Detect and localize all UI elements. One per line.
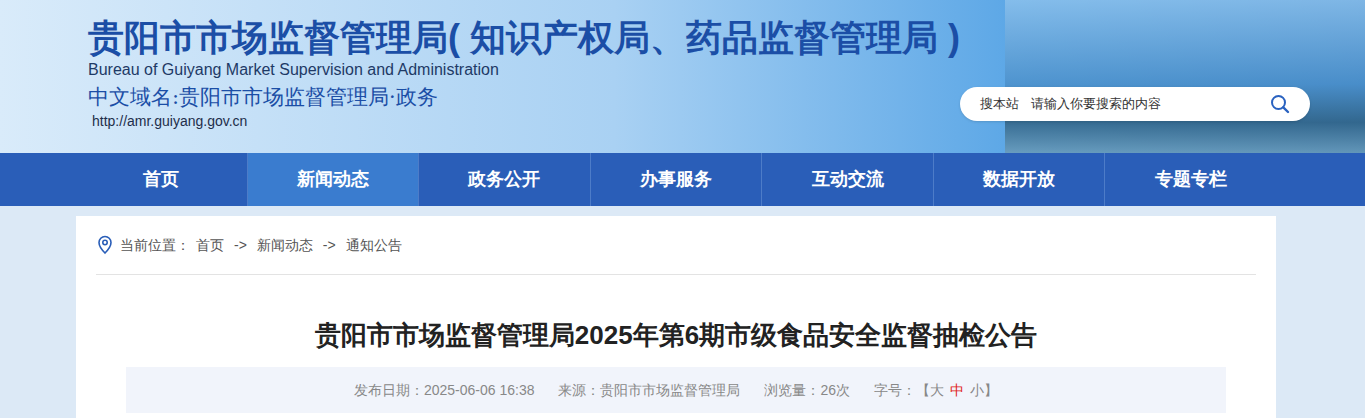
nav-bar: 首页新闻动态政务公开办事服务互动交流数据开放专题专栏 [0, 153, 1365, 206]
font-size-option[interactable]: 小 [970, 382, 984, 398]
content-card: 当前位置： 首页 -> 新闻动态 -> 通知公告贵阳市市场监督管理局2025年第6期市级食… [76, 216, 1276, 418]
search-icon[interactable] [1270, 94, 1290, 114]
search-area: 搜本站请输入你要搜索的内容 [960, 0, 1365, 153]
views: 浏览量：26次 [764, 380, 850, 401]
nav-item[interactable]: 专题专栏 [1104, 153, 1276, 206]
location-icon [96, 235, 114, 255]
font-size: 字号：【大中小】 [874, 380, 998, 401]
nav-item[interactable]: 互动交流 [761, 153, 933, 206]
search-box[interactable]: 搜本站请输入你要搜索的内容 [960, 87, 1310, 121]
nav-item[interactable]: 办事服务 [590, 153, 762, 206]
header: 贵阳市市场监督管理局( 知识产权局、药品监督管理局 )Bureau of Gui… [0, 0, 1365, 153]
publish-date: 发布日期：2025-06-06 16:38 [354, 380, 535, 401]
article-title: 贵阳市市场监督管理局2025年第6期市级食品安全监督抽检公告 [96, 317, 1256, 353]
nav-list: 首页新闻动态政务公开办事服务互动交流数据开放专题专栏 [76, 153, 1276, 206]
site-subtitle: Bureau of Guiyang Market Supervision and… [88, 60, 960, 80]
site-domain: 中文域名:贵阳市市场监督管理局·政务 [88, 82, 960, 112]
font-size-option[interactable]: 中 [950, 382, 964, 398]
font-size-option[interactable]: 大 [930, 382, 944, 398]
page: 贵阳市市场监督管理局( 知识产权局、药品监督管理局 )Bureau of Gui… [0, 0, 1365, 418]
header-text: 贵阳市市场监督管理局( 知识产权局、药品监督管理局 )Bureau of Gui… [0, 0, 960, 153]
breadcrumb-separator: -> [319, 235, 340, 256]
search-scope[interactable]: 搜本站 [980, 94, 1019, 114]
nav-item[interactable]: 首页 [76, 153, 247, 206]
breadcrumb-label: 当前位置： [120, 235, 190, 256]
search-input[interactable]: 请输入你要搜索的内容 [1031, 94, 1258, 114]
site-url: http://amr.guiyang.gov.cn [88, 112, 960, 130]
site-title: 贵阳市市场监督管理局( 知识产权局、药品监督管理局 ) [88, 14, 960, 62]
breadcrumb-separator: -> [230, 235, 251, 256]
breadcrumb: 当前位置： 首页 -> 新闻动态 -> 通知公告 [96, 216, 1256, 275]
nav-item[interactable]: 数据开放 [933, 153, 1105, 206]
breadcrumb-item[interactable]: 首页 [196, 235, 224, 256]
nav-item[interactable]: 政务公开 [418, 153, 590, 206]
skyline [1005, 0, 1365, 153]
breadcrumb-item[interactable]: 通知公告 [346, 235, 402, 256]
meta-bar: 发布日期：2025-06-06 16:38 来源：贵阳市市场监督管理局 浏览量：26… [126, 367, 1226, 413]
nav-item[interactable]: 新闻动态 [247, 153, 419, 206]
breadcrumb-item[interactable]: 新闻动态 [257, 235, 313, 256]
source: 来源：贵阳市市场监督管理局 [558, 380, 740, 401]
